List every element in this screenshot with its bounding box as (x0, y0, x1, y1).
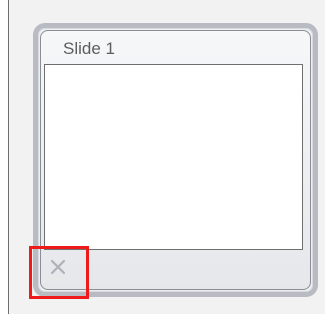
delete-slide-button[interactable] (42, 251, 74, 283)
slide-title: Slide 1 (63, 39, 115, 58)
slide-panel-workspace: Slide 1 (8, 0, 325, 314)
slide-thumbnail[interactable] (44, 64, 303, 250)
screen: Slide 1 (0, 0, 325, 314)
close-icon (50, 259, 66, 275)
slide-card[interactable]: Slide 1 (33, 23, 318, 297)
slide-card-frame: Slide 1 (40, 30, 311, 290)
